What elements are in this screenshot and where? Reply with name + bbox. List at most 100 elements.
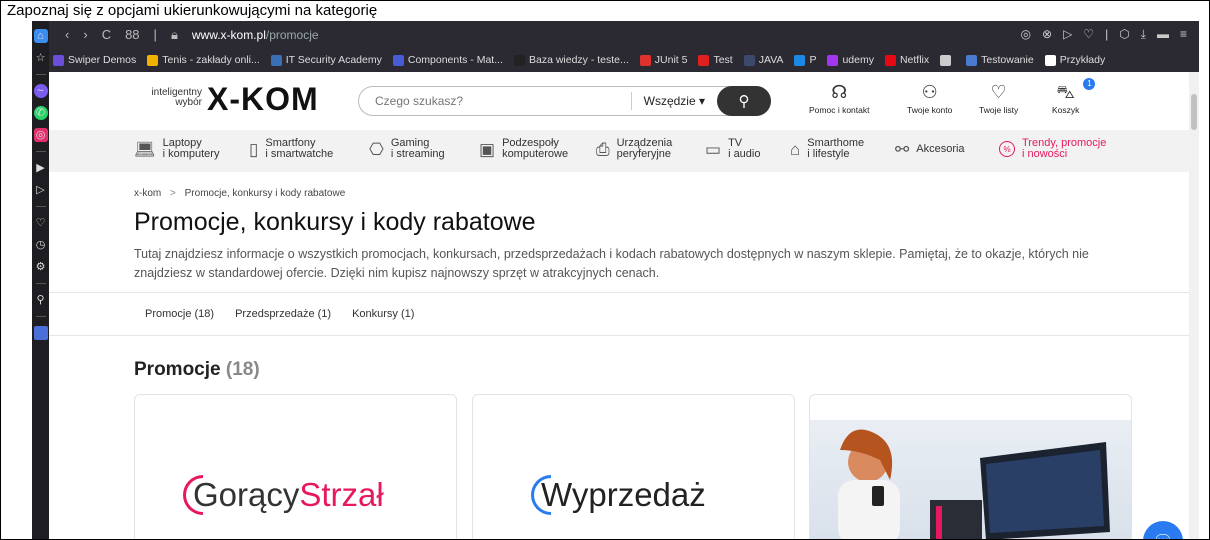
x-kom-logo[interactable]: X-KOM — [207, 82, 319, 116]
lists-button[interactable]: ♡ Twoje listy — [979, 82, 1018, 115]
account-button[interactable]: ⚇ Twoje konto — [907, 82, 952, 115]
download-icon[interactable]: ⤓ — [1141, 27, 1146, 42]
tab-przedsprzedaze[interactable]: Przedsprzedaże (1) — [235, 308, 331, 320]
gamepad-icon: ⎔ — [369, 139, 384, 159]
address-bar[interactable]: www.x-kom.pl/promocje — [192, 28, 319, 42]
category-item[interactable]: % Trendy, promocje i nowości — [999, 138, 1106, 160]
category-item[interactable]: ⎔ Gaming i streaming — [369, 138, 445, 160]
menu-icon[interactable]: ≡ — [1180, 27, 1187, 42]
promo-card-wyprzedaz[interactable]: Wyprzedaż — [472, 394, 795, 539]
bookmark-favicon-icon — [270, 54, 282, 66]
bookmark-item[interactable]: Swiper Demos — [53, 54, 136, 66]
search-scope-dropdown[interactable]: Wszędzie ▾ — [630, 92, 705, 110]
bookmark-item[interactable]: Netflix — [884, 54, 929, 66]
caption-text: Zapoznaj się z opcjami ukierunkowującymi… — [7, 2, 378, 19]
help-label: Pomoc i kontakt — [809, 105, 870, 115]
home-icon: ⌂ — [790, 139, 801, 159]
tab-konkursy[interactable]: Konkursy (1) — [352, 308, 414, 320]
bookmark-label: P — [809, 54, 817, 66]
instagram-icon[interactable]: ◎ — [33, 128, 48, 142]
category-label: Akcesoria — [916, 144, 964, 155]
forward-icon[interactable]: › — [83, 27, 87, 42]
bookmark-item[interactable] — [940, 54, 955, 66]
heart-icon[interactable]: ♡ — [1083, 27, 1094, 42]
bookmark-item[interactable]: Tenis - zakłady onli... — [147, 54, 260, 66]
pin-icon[interactable]: ⚲ — [34, 293, 48, 307]
site-header: inteligentny wybór X-KOM Wszędzie ▾ ⚲ ☊ … — [49, 72, 1189, 130]
send-icon[interactable]: ▷ — [34, 183, 48, 197]
messenger-icon[interactable]: ~ — [33, 84, 48, 98]
tv-icon: ▭ — [705, 139, 722, 159]
promo-card-image[interactable] — [809, 394, 1132, 539]
bookmark-favicon-icon — [966, 54, 978, 66]
help-button[interactable]: ☊ Pomoc i kontakt — [809, 82, 869, 115]
bookmark-label: Components - Mat... — [407, 54, 503, 66]
search-input[interactable] — [375, 94, 615, 108]
chat-button[interactable]: 💬︎ — [1143, 521, 1183, 539]
cart-button[interactable]: ⛍ 1 Koszyk — [1052, 78, 1096, 115]
bookmark-favicon-icon — [1044, 54, 1056, 66]
category-item[interactable]: ⚯ Akcesoria — [895, 140, 965, 159]
player-icon[interactable]: ▶ — [34, 161, 48, 175]
scrollbar-thumb[interactable] — [1191, 94, 1197, 130]
share-icon[interactable]: ▷ — [1063, 27, 1072, 42]
category-bar: 💻︎ Laptopy i komputery ▯ Smartfony i smartwat… — [49, 130, 1189, 172]
breadcrumb-root[interactable]: x-kom — [134, 188, 161, 199]
category-item[interactable]: ▣ Podzespoły komputerowe — [479, 138, 568, 160]
category-label: Gaming i streaming — [391, 138, 445, 160]
bookmark-favicon-icon — [53, 54, 64, 66]
cart-label: Koszyk — [1052, 105, 1080, 115]
whatsapp-icon[interactable]: ✆ — [33, 106, 48, 120]
promo-photo — [810, 420, 1131, 539]
cube-icon[interactable]: ⬡ — [1119, 27, 1129, 42]
accessories-icon: ⚯ — [895, 140, 910, 159]
bookmark-label: JAVA — [758, 54, 784, 66]
bookmark-item[interactable]: Test — [698, 54, 733, 66]
page-scrollbar[interactable] — [1189, 72, 1199, 539]
intro-text: Tutaj znajdziesz informacje o wszystkich… — [134, 247, 1089, 280]
home-icon[interactable]: ⌂ — [33, 29, 48, 43]
browser-toolbar: ‹ › C 88 | 🔒︎ www.x-kom.pl/promocje ◎ ⊗ … — [49, 21, 1199, 48]
camera-icon[interactable]: ◎ — [1021, 27, 1031, 42]
category-label-line2: komputerowe — [502, 148, 569, 160]
printer-icon: ⎙ — [596, 139, 610, 159]
bookmark-item[interactable]: Testowanie — [966, 54, 1034, 66]
bookmark-label: udemy — [842, 54, 874, 66]
category-item[interactable]: 💻︎ Laptopy i komputery — [134, 138, 219, 160]
history-icon[interactable]: ◷ — [34, 238, 48, 252]
bookmark-favicon-icon — [147, 54, 159, 66]
bookmark-item[interactable]: JUnit 5 — [639, 54, 687, 66]
heart-icon[interactable]: ♡ — [34, 216, 48, 230]
bookmark-favicon-icon — [513, 54, 525, 66]
battery-icon[interactable]: ▬ — [1157, 27, 1169, 42]
bookmark-icon[interactable]: ☆ — [34, 51, 48, 65]
bookmark-item[interactable]: udemy — [827, 54, 874, 66]
bookmark-favicon-icon — [827, 54, 839, 66]
settings-icon[interactable]: ⚙ — [34, 260, 48, 274]
speed-dial-button[interactable]: 88 — [125, 27, 139, 42]
category-label: TV i audio — [728, 138, 760, 160]
bookmark-item[interactable]: P — [794, 54, 816, 66]
category-item[interactable]: ▯ Smartfony i smartwatche — [249, 138, 333, 160]
category-label: Laptopy i komputery — [163, 138, 220, 160]
close-circle-icon[interactable]: ⊗ — [1042, 27, 1052, 42]
search-bar: Wszędzie ▾ ⚲ — [358, 86, 771, 116]
bookmark-item[interactable]: JAVA — [743, 54, 784, 66]
bookmark-item[interactable]: Baza wiedzy - teste... — [513, 54, 629, 66]
bookmark-item[interactable]: IT Security Academy — [270, 54, 382, 66]
tab-promocje[interactable]: Promocje (18) — [145, 308, 214, 320]
back-icon[interactable]: ‹ — [65, 27, 69, 42]
category-item[interactable]: ⌂ Smarthome i lifestyle — [790, 138, 864, 160]
app-icon[interactable] — [33, 326, 48, 340]
bookmark-item[interactable]: Przykłady — [1044, 54, 1106, 66]
category-label: Urządzenia peryferyjne — [617, 138, 673, 160]
category-item[interactable]: ▭ TV i audio — [705, 138, 760, 160]
bookmark-item[interactable]: Components - Mat... — [392, 54, 503, 66]
bookmark-label: Przykłady — [1059, 54, 1106, 66]
search-button[interactable]: ⚲ — [717, 86, 771, 116]
reload-icon[interactable]: C — [102, 27, 111, 42]
section-title: Promocje (18) — [134, 359, 260, 381]
promo-card-goracy-strzal[interactable]: GorącyStrzał — [134, 394, 457, 539]
category-item[interactable]: ⎙ Urządzenia peryferyjne — [596, 138, 672, 160]
goracy-strzal-logo: GorącyStrzał — [183, 475, 384, 515]
